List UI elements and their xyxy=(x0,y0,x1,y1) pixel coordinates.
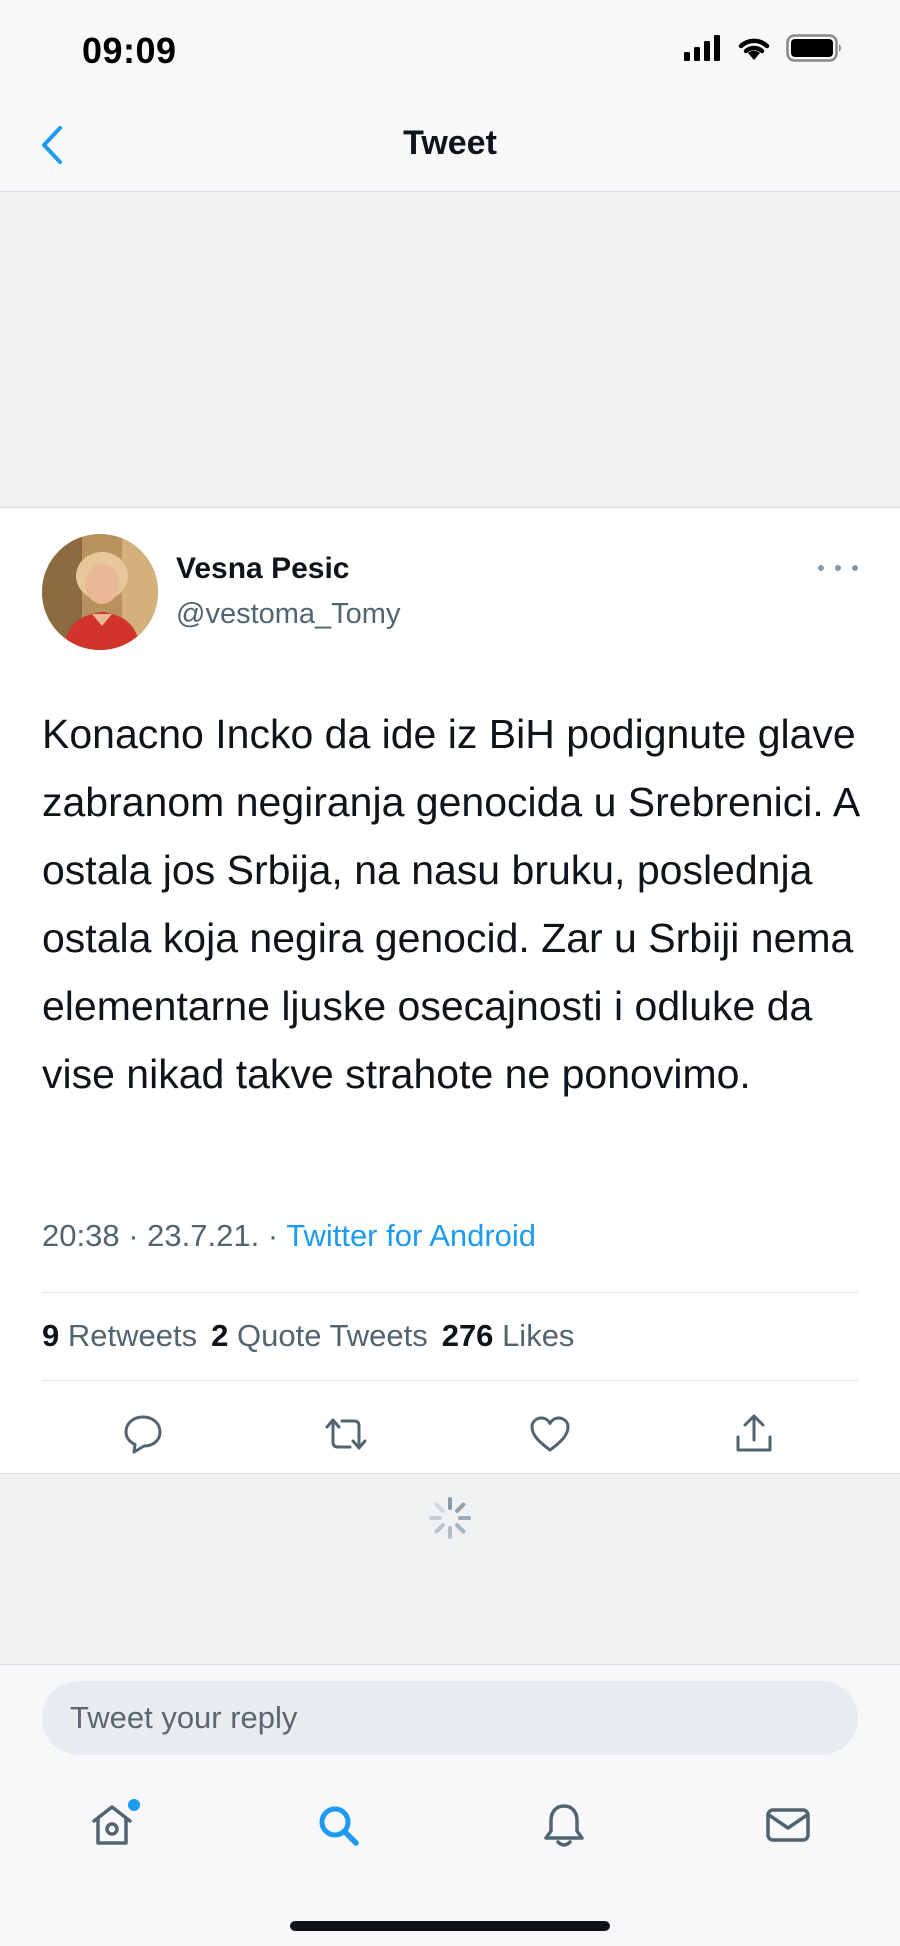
avatar[interactable] xyxy=(42,534,158,650)
tweet-date: 23.7.21. xyxy=(147,1218,260,1253)
notification-dot xyxy=(128,1799,140,1811)
likes-label: Likes xyxy=(502,1318,575,1353)
home-indicator xyxy=(290,1921,610,1931)
tab-home[interactable] xyxy=(82,1795,142,1855)
tab-notifications[interactable] xyxy=(534,1795,594,1855)
retweet-icon xyxy=(325,1418,367,1450)
more-horizontal-icon xyxy=(852,565,858,571)
likes-stat[interactable]: 276 Likes xyxy=(442,1318,575,1353)
tweet-actions xyxy=(0,1396,900,1472)
battery-icon xyxy=(786,34,841,62)
quote-tweets-stat[interactable]: 2 Quote Tweets xyxy=(211,1318,428,1353)
tab-bar xyxy=(0,1765,900,1946)
status-time: 09:09 xyxy=(82,30,177,71)
divider xyxy=(42,1292,858,1293)
status-icons xyxy=(684,34,844,62)
tab-messages[interactable] xyxy=(758,1795,818,1855)
retweet-button[interactable] xyxy=(318,1406,374,1462)
tweet-text: Konacno Incko da ide iz BiH podignute gl… xyxy=(42,711,858,1097)
tab-search[interactable] xyxy=(308,1795,368,1855)
cellular-signal-icon xyxy=(684,35,720,61)
quote-tweets-count: 2 xyxy=(211,1318,229,1353)
quote-tweets-label: Quote Tweets xyxy=(236,1318,428,1353)
page-title: Tweet xyxy=(403,124,497,162)
loading-spinner-icon xyxy=(429,1497,471,1539)
meta-separator: · xyxy=(128,1218,139,1253)
like-button[interactable] xyxy=(522,1406,578,1462)
retweets-label: Retweets xyxy=(67,1318,198,1353)
more-options-button[interactable] xyxy=(818,558,858,578)
conversation-context-area xyxy=(0,192,900,508)
reply-button[interactable] xyxy=(115,1406,171,1462)
replies-loading-area xyxy=(0,1473,900,1665)
heart-icon xyxy=(530,1416,570,1452)
bell-icon xyxy=(544,1804,584,1847)
tweet-source-link[interactable]: Twitter for Android xyxy=(286,1218,536,1253)
share-icon xyxy=(736,1414,772,1452)
retweets-stat[interactable]: 9 Retweets xyxy=(42,1318,197,1353)
tweet-detail: Vesna Pesic @vestoma_Tomy Konacno Incko … xyxy=(0,508,900,1473)
comment-icon xyxy=(124,1415,162,1454)
likes-count: 276 xyxy=(441,1318,494,1353)
tweet-metadata: 20:38 · 23.7.21. · Twitter for Android xyxy=(42,1218,536,1254)
search-icon xyxy=(319,1806,359,1846)
status-bar: 09:09 xyxy=(0,0,900,100)
more-horizontal-icon xyxy=(835,565,841,571)
more-horizontal-icon xyxy=(818,565,824,571)
navigation-bar: Tweet xyxy=(0,100,900,192)
avatar-image xyxy=(42,534,158,650)
author-handle[interactable]: @vestoma_Tomy xyxy=(176,598,400,631)
share-button[interactable] xyxy=(726,1406,782,1462)
tweet-stats: 9 Retweets 2 Quote Tweets 276 Likes xyxy=(42,1318,574,1354)
reply-input[interactable] xyxy=(42,1681,858,1755)
retweets-count: 9 xyxy=(42,1318,60,1353)
wifi-icon xyxy=(738,38,770,60)
meta-separator: · xyxy=(267,1218,279,1253)
divider xyxy=(42,1380,858,1381)
tweet-time: 20:38 xyxy=(42,1218,120,1253)
mail-icon xyxy=(766,1808,810,1842)
author-name[interactable]: Vesna Pesic xyxy=(176,552,349,586)
reply-composer xyxy=(0,1665,900,1765)
